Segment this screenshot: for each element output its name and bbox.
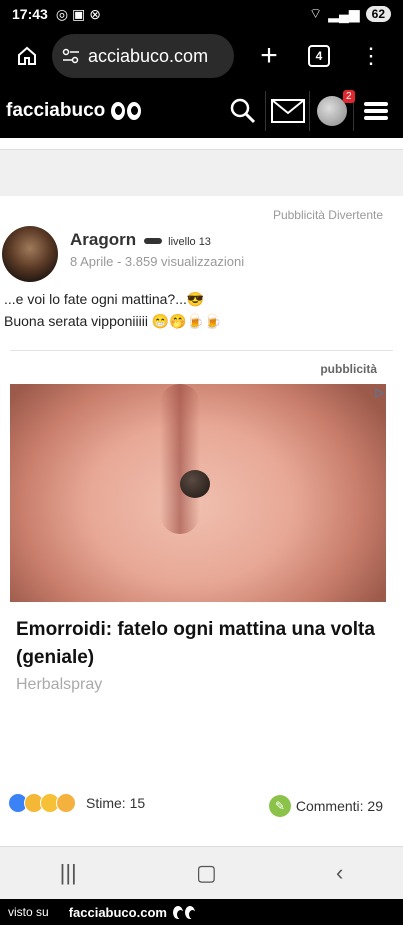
ad-image[interactable]: ▷ xyxy=(10,384,386,602)
ad-title[interactable]: Emorroidi: fatelo ogni mattina una volta… xyxy=(16,616,376,672)
notification-icons: ◎ ▣ ⊗ xyxy=(56,6,101,23)
site-logo[interactable]: facciabuco xyxy=(6,100,142,122)
whatsapp-icon: ◎ xyxy=(55,5,69,22)
system-icons: ⌔ ▂▄▆ 62 xyxy=(309,5,391,23)
hamburger-icon xyxy=(363,102,388,120)
divider xyxy=(10,350,393,351)
search-button[interactable] xyxy=(221,91,265,131)
likes-count: Stime: 15 xyxy=(86,795,146,811)
post-text: ...e voi lo fate ogni mattina?...😎 Buona… xyxy=(4,288,222,332)
logo-text: facciabuco xyxy=(6,100,106,121)
url-text: acciabuco.com xyxy=(88,45,209,66)
page-content: Pubblicità Divertente Aragorn livello 13 … xyxy=(0,138,403,846)
tab-switcher-button[interactable]: 4 xyxy=(308,45,330,67)
header-actions: 2 xyxy=(221,90,397,131)
post-text-line1: ...e voi lo fate ogni mattina?...😎 xyxy=(4,291,205,307)
site-settings-icon[interactable] xyxy=(62,48,80,64)
messages-button[interactable] xyxy=(265,91,309,131)
watermark-visto: visto su xyxy=(8,905,49,919)
notification-badge: 2 xyxy=(342,90,355,103)
recent-apps-button[interactable]: ||| xyxy=(60,860,77,886)
back-button[interactable]: ‹ xyxy=(336,860,343,886)
comment-icon: ✎ xyxy=(268,795,291,817)
home-nav-button[interactable]: ▢ xyxy=(196,860,217,886)
watermark-footer: visto su facciabuco.com xyxy=(0,899,403,925)
ad-label: pubblicità xyxy=(320,362,377,376)
adchoices-icon[interactable]: ▷ xyxy=(376,386,384,399)
home-icon xyxy=(18,46,36,65)
author-name[interactable]: Aragorn xyxy=(70,230,136,249)
user-avatar: 2 xyxy=(316,90,355,126)
post-meta: 8 Aprile - 3.859 visualizzazioni xyxy=(70,254,245,269)
home-button[interactable] xyxy=(10,39,44,73)
comments-count: Commenti: 29 xyxy=(295,798,383,814)
comments-button[interactable]: ✎ Commenti: 29 xyxy=(268,795,383,817)
author-avatar[interactable] xyxy=(2,226,58,282)
watermark-site: facciabuco.com xyxy=(68,904,167,920)
site-menu-button[interactable] xyxy=(353,91,397,131)
search-icon xyxy=(230,98,256,124)
level-bar-icon xyxy=(144,237,163,244)
watermark-eyes-icon xyxy=(172,905,196,919)
browser-toolbar: acciabuco.com + 4 ⋮ xyxy=(0,28,403,84)
skin-fold xyxy=(160,384,200,534)
game-icon: ▣ xyxy=(72,5,86,22)
post-text-line2: Buona serata vipponiiiii 😁🤭🍺🍺 xyxy=(4,313,222,329)
logo-eyes-icon xyxy=(111,102,142,120)
wifi-icon: ⌔ xyxy=(309,5,323,21)
battery-icon: 62 xyxy=(365,6,391,22)
ad-image-object xyxy=(180,470,210,498)
author-row: Aragorn livello 13 xyxy=(70,230,211,250)
clock: 17:43 xyxy=(12,6,48,22)
profile-button[interactable]: 2 xyxy=(309,90,355,131)
ad-source[interactable]: Herbalspray xyxy=(16,676,102,694)
address-bar[interactable]: acciabuco.com xyxy=(52,34,234,78)
new-tab-button[interactable]: + xyxy=(252,39,286,73)
signal-icon: ▂▄▆ xyxy=(328,5,360,22)
browser-menu-button[interactable]: ⋮ xyxy=(360,45,382,67)
previous-post-bottom xyxy=(0,138,403,150)
android-nav-bar: ||| ▢ ‹ xyxy=(0,846,403,899)
post-card: Pubblicità Divertente Aragorn livello 13 … xyxy=(0,196,403,846)
wow-reaction-icon xyxy=(56,793,76,813)
vpn-icon: ⊗ xyxy=(89,5,101,22)
status-bar: 17:43 ◎ ▣ ⊗ ⌔ ▂▄▆ 62 xyxy=(0,0,403,28)
post-category[interactable]: Pubblicità Divertente xyxy=(273,208,383,222)
author-level: livello 13 xyxy=(168,236,211,248)
envelope-icon xyxy=(270,99,305,123)
site-header: facciabuco 2 xyxy=(0,84,403,138)
reactions[interactable]: Stime: 15 xyxy=(8,793,145,813)
